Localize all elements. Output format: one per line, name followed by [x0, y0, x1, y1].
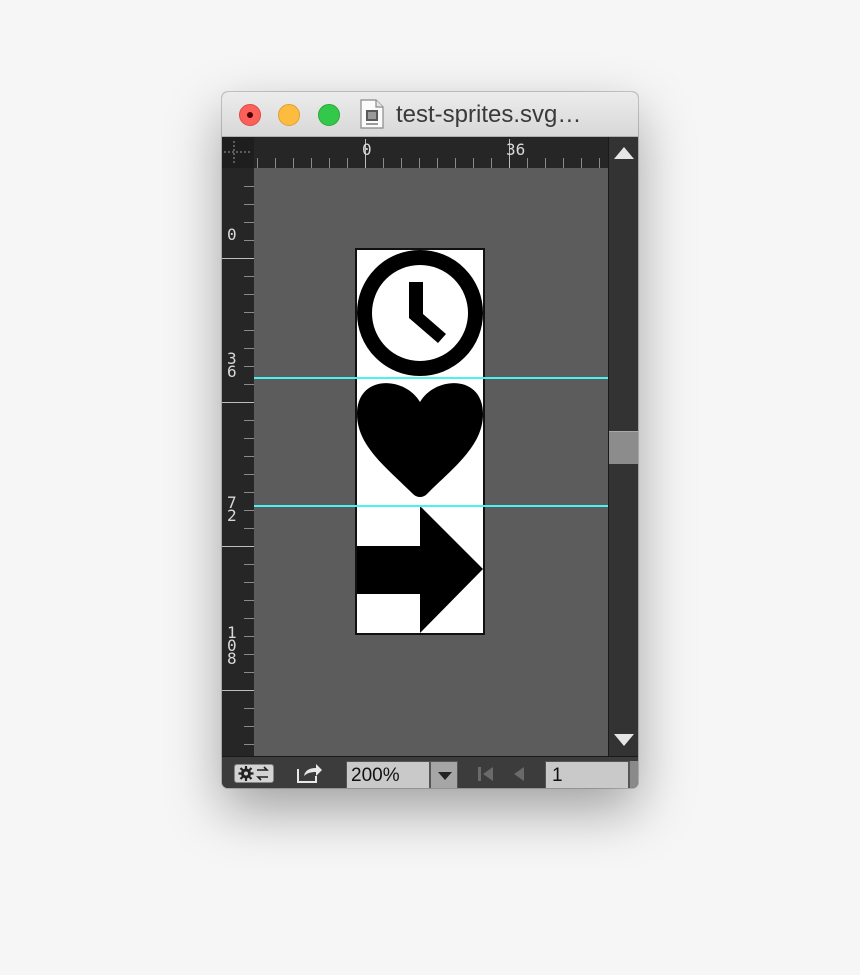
ruler-origin-icon	[224, 141, 252, 164]
scroll-down-arrow-icon[interactable]	[614, 734, 634, 746]
clock-icon[interactable]	[357, 250, 483, 376]
guide-line-36[interactable]	[254, 377, 608, 379]
svg-document-icon	[360, 99, 384, 129]
zoom-field[interactable]: 200%	[346, 761, 430, 788]
title-bar[interactable]: test-sprites.svg…	[222, 92, 638, 137]
previous-page-icon	[514, 767, 524, 781]
ruler-label-v-36: 36	[227, 349, 237, 381]
scroll-thumb[interactable]	[609, 431, 638, 464]
heart-icon[interactable]	[357, 383, 483, 497]
close-button[interactable]	[239, 104, 261, 126]
arrow-right-icon[interactable]	[357, 506, 483, 633]
sprite-sheet	[357, 250, 483, 633]
horizontal-ruler-ticks	[257, 139, 600, 168]
share-icon	[297, 764, 322, 783]
previous-page-button[interactable]	[511, 765, 527, 783]
page-stepper[interactable]	[629, 761, 638, 788]
share-button[interactable]	[295, 761, 323, 785]
zoom-dropdown-button[interactable]	[430, 761, 458, 788]
vertical-scrollbar[interactable]	[608, 137, 638, 756]
ruler-corner[interactable]	[222, 137, 254, 168]
ruler-label-h-36: 36	[506, 140, 526, 159]
canvas[interactable]	[254, 168, 608, 756]
vertical-ruler[interactable]: 0 36 72 108	[222, 168, 254, 756]
status-bar: 200% 1	[222, 756, 638, 788]
artboard[interactable]	[355, 248, 485, 635]
window-title: test-sprites.svg…	[396, 101, 582, 128]
minimize-button[interactable]	[278, 104, 300, 126]
settings-menu-button[interactable]	[234, 764, 274, 783]
ruler-label-h-0: 0	[362, 140, 372, 159]
ruler-label-v-0: 0	[227, 225, 237, 244]
app-window: test-sprites.svg… 0 36 0 36 72 108 200% …	[222, 92, 638, 788]
first-page-button[interactable]	[476, 765, 496, 783]
zoom-button[interactable]	[318, 104, 340, 126]
ruler-label-v-108: 108	[227, 623, 237, 668]
horizontal-ruler[interactable]: 0 36	[254, 137, 608, 168]
guide-line-72[interactable]	[254, 505, 608, 507]
page-number-field[interactable]: 1	[545, 761, 629, 788]
first-page-icon	[478, 767, 493, 781]
ruler-label-v-72: 72	[227, 493, 237, 525]
scroll-up-arrow-icon[interactable]	[614, 147, 634, 159]
gear-icon	[238, 766, 269, 781]
